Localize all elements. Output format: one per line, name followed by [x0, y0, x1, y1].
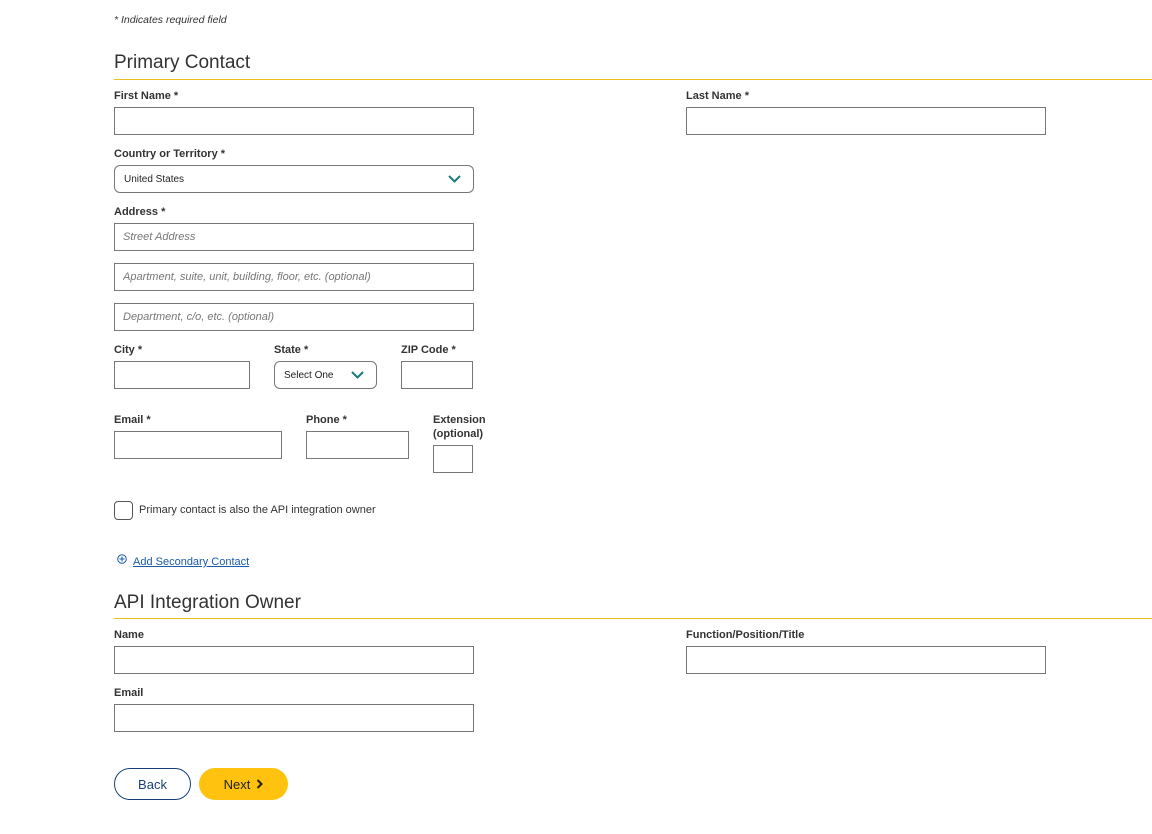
street-address-input[interactable] [114, 223, 474, 251]
next-button[interactable]: Next [199, 768, 288, 800]
first-name-input[interactable] [114, 107, 474, 135]
next-button-label: Next [223, 776, 251, 792]
api-owner-title: API Integration Owner [114, 592, 301, 613]
add-secondary-contact-link[interactable]: Add Secondary Contact [133, 556, 249, 568]
api-owner-name-label: Name [114, 629, 144, 641]
city-label: City * [114, 344, 143, 356]
back-button-label: Back [138, 776, 167, 792]
country-select-value: United States [124, 173, 185, 185]
chevron-down-icon [448, 175, 461, 183]
extension-label-line1: Extension [433, 414, 486, 426]
country-label: Country or Territory * [114, 148, 226, 160]
state-select[interactable]: Select One [274, 361, 377, 389]
api-owner-function-input[interactable] [686, 646, 1046, 674]
api-owner-name-input[interactable] [114, 646, 474, 674]
last-name-input[interactable] [686, 107, 1046, 135]
email-input[interactable] [114, 431, 282, 459]
add-secondary-contact[interactable]: Add Secondary Contact [117, 553, 249, 568]
zip-label: ZIP Code * [401, 344, 456, 356]
api-owner-email-label: Email [114, 687, 144, 699]
chevron-down-icon [351, 371, 364, 379]
city-input[interactable] [114, 361, 250, 389]
apartment-input[interactable] [114, 263, 474, 291]
phone-label: Phone * [306, 414, 347, 426]
api-owner-function-label: Function/Position/Title [686, 629, 805, 641]
extension-label: Extension (optional) [433, 413, 486, 441]
last-name-label: Last Name * [686, 90, 749, 102]
primary-contact-title: Primary Contact [114, 52, 251, 73]
api-owner-checkbox[interactable] [114, 501, 133, 520]
api-owner-checkbox-label: Primary contact is also the API integrat… [139, 504, 376, 516]
chevron-right-icon [257, 779, 264, 789]
address-label: Address * [114, 206, 166, 218]
required-note: * Indicates required field [114, 14, 227, 26]
state-label: State * [274, 344, 309, 356]
first-name-label: First Name * [114, 90, 179, 102]
extension-label-line2: (optional) [433, 428, 484, 440]
state-select-value: Select One [284, 369, 334, 381]
country-select[interactable]: United States [114, 165, 474, 193]
extension-input[interactable] [433, 445, 473, 473]
back-button[interactable]: Back [114, 768, 191, 800]
plus-circle-icon [117, 554, 127, 564]
phone-input[interactable] [306, 431, 409, 459]
department-input[interactable] [114, 303, 474, 331]
zip-input[interactable] [401, 361, 473, 389]
email-label: Email * [114, 414, 151, 426]
api-owner-divider [114, 618, 1152, 619]
primary-contact-divider [114, 79, 1152, 80]
api-owner-email-input[interactable] [114, 704, 474, 732]
